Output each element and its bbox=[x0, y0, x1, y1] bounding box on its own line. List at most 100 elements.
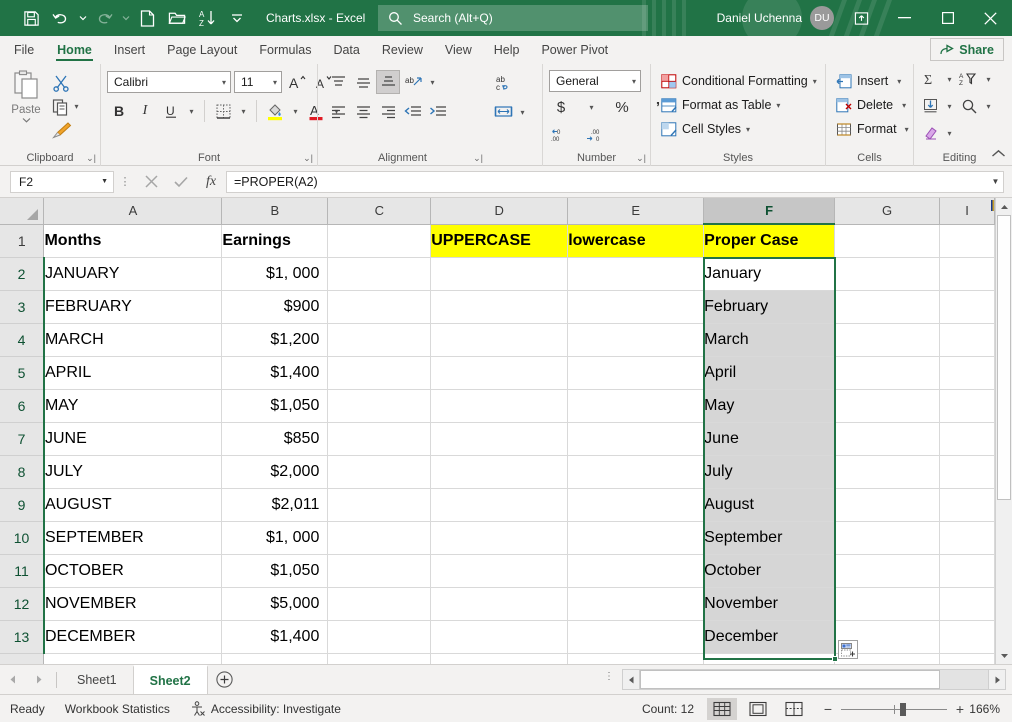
cell-b6[interactable]: $1,050 bbox=[222, 389, 328, 422]
cell-g3[interactable] bbox=[835, 290, 940, 323]
cell-i14[interactable] bbox=[940, 653, 995, 664]
scroll-left-button[interactable] bbox=[622, 669, 640, 690]
undo-chevron-down-icon[interactable] bbox=[76, 4, 89, 32]
merge-chevron-down-icon[interactable]: ▾ bbox=[516, 108, 529, 117]
underline-chevron-down-icon[interactable]: ▾ bbox=[185, 107, 198, 116]
workbook-statistics-button[interactable]: Workbook Statistics bbox=[55, 702, 180, 716]
minimize-icon[interactable] bbox=[883, 0, 926, 36]
formula-bar-options-icon[interactable]: ⋮ bbox=[114, 175, 136, 188]
cell-a13[interactable]: DECEMBER bbox=[44, 620, 222, 653]
cell-f4[interactable]: March bbox=[704, 323, 835, 356]
delete-chevron-down-icon[interactable]: ▾ bbox=[902, 101, 906, 110]
ribbon-display-options-icon[interactable] bbox=[840, 0, 883, 36]
cell-d13[interactable] bbox=[431, 620, 568, 653]
conditional-formatting-chevron-down-icon[interactable]: ▾ bbox=[813, 77, 817, 86]
cell-f11[interactable]: October bbox=[704, 554, 835, 587]
cell-a7[interactable]: JUNE bbox=[44, 422, 222, 455]
insert-chevron-down-icon[interactable]: ▾ bbox=[897, 77, 901, 86]
sort-az-icon[interactable]: AZ bbox=[192, 4, 222, 32]
cell-b14[interactable] bbox=[222, 653, 328, 664]
vertical-scrollbar[interactable] bbox=[995, 198, 1012, 664]
horizontal-scroll-thumb[interactable] bbox=[640, 670, 940, 689]
cell-g1[interactable] bbox=[835, 224, 940, 257]
decrease-indent-button[interactable] bbox=[401, 100, 425, 124]
cell-i4[interactable] bbox=[940, 323, 995, 356]
cell-i1[interactable] bbox=[940, 224, 995, 257]
cell-f1[interactable]: Proper Case bbox=[704, 224, 835, 257]
delete-cells-button[interactable]: Delete ▾ bbox=[831, 93, 914, 117]
sort-filter-chevron-down-icon[interactable]: ▾ bbox=[982, 75, 995, 84]
cell-g9[interactable] bbox=[835, 488, 940, 521]
column-header-d[interactable]: D bbox=[431, 198, 568, 224]
cell-f10[interactable]: September bbox=[704, 521, 835, 554]
column-header-e[interactable]: E bbox=[568, 198, 704, 224]
insert-cells-button[interactable]: Insert ▾ bbox=[831, 69, 914, 93]
cell-d10[interactable] bbox=[431, 521, 568, 554]
column-header-a[interactable]: A bbox=[44, 198, 222, 224]
row-header-2[interactable]: 2 bbox=[0, 257, 44, 290]
row-header-6[interactable]: 6 bbox=[0, 389, 44, 422]
column-header-f[interactable]: F bbox=[704, 198, 835, 224]
cell-a12[interactable]: NOVEMBER bbox=[44, 587, 222, 620]
tab-insert[interactable]: Insert bbox=[103, 36, 156, 63]
accounting-chevron-down-icon[interactable]: ▾ bbox=[585, 103, 598, 112]
tab-view[interactable]: View bbox=[434, 36, 483, 63]
accessibility-button[interactable]: Accessibility: Investigate bbox=[180, 701, 351, 717]
cell-b11[interactable]: $1,050 bbox=[222, 554, 328, 587]
merge-and-center-button[interactable] bbox=[491, 100, 515, 124]
cell-c5[interactable] bbox=[328, 356, 431, 389]
cell-a10[interactable]: SEPTEMBER bbox=[44, 521, 222, 554]
expand-formula-bar-icon[interactable]: ▼ bbox=[988, 171, 1004, 193]
row-header-3[interactable]: 3 bbox=[0, 290, 44, 323]
add-sheet-button[interactable] bbox=[208, 665, 242, 695]
underline-button[interactable]: U bbox=[159, 99, 183, 123]
cell-d6[interactable] bbox=[431, 389, 568, 422]
fill-color-chevron-down-icon[interactable]: ▾ bbox=[289, 107, 302, 116]
orientation-button[interactable]: ab bbox=[401, 70, 425, 94]
copy-button[interactable]: ▾ bbox=[52, 95, 83, 118]
cell-d1[interactable]: UPPERCASE bbox=[431, 224, 568, 257]
cell-d9[interactable] bbox=[431, 488, 568, 521]
undo-icon[interactable] bbox=[46, 4, 76, 32]
cell-f13[interactable]: December bbox=[704, 620, 835, 653]
increase-indent-button[interactable] bbox=[426, 100, 450, 124]
cell-b13[interactable]: $1,400 bbox=[222, 620, 328, 653]
cell-a6[interactable]: MAY bbox=[44, 389, 222, 422]
clipboard-dialog-launcher[interactable]: ⌄| bbox=[86, 153, 96, 164]
format-chevron-down-icon[interactable]: ▾ bbox=[905, 125, 909, 134]
tab-home[interactable]: Home bbox=[46, 36, 103, 63]
cell-d8[interactable] bbox=[431, 455, 568, 488]
cell-c2[interactable] bbox=[328, 257, 431, 290]
find-select-chevron-down-icon[interactable]: ▾ bbox=[982, 102, 995, 111]
cell-i9[interactable] bbox=[940, 488, 995, 521]
column-header-i[interactable]: I bbox=[940, 198, 995, 224]
cell-i3[interactable] bbox=[940, 290, 995, 323]
cut-button[interactable] bbox=[52, 71, 70, 94]
cell-e11[interactable] bbox=[568, 554, 704, 587]
autofill-options-icon[interactable] bbox=[838, 640, 858, 659]
row-header-12[interactable]: 12 bbox=[0, 587, 44, 620]
cell-f6[interactable]: May bbox=[704, 389, 835, 422]
select-all-button[interactable] bbox=[0, 198, 44, 224]
cell-e7[interactable] bbox=[568, 422, 704, 455]
bottom-align-button[interactable] bbox=[376, 70, 400, 94]
cell-a11[interactable]: OCTOBER bbox=[44, 554, 222, 587]
row-header-1[interactable]: 1 bbox=[0, 224, 44, 257]
cell-e8[interactable] bbox=[568, 455, 704, 488]
cell-g11[interactable] bbox=[835, 554, 940, 587]
center-button[interactable] bbox=[351, 100, 375, 124]
redo-icon[interactable] bbox=[89, 4, 119, 32]
cell-f9[interactable]: August bbox=[704, 488, 835, 521]
cell-e9[interactable] bbox=[568, 488, 704, 521]
cell-styles-button[interactable]: Cell Styles ▾ bbox=[656, 117, 822, 141]
tab-scroll-splitter[interactable]: ⋮ bbox=[604, 674, 614, 679]
column-header-b[interactable]: B bbox=[222, 198, 328, 224]
cell-d3[interactable] bbox=[431, 290, 568, 323]
maximize-icon[interactable] bbox=[926, 0, 969, 36]
tab-file[interactable]: File bbox=[0, 36, 46, 63]
insert-function-icon[interactable]: fx bbox=[196, 170, 226, 194]
format-cells-button[interactable]: Format ▾ bbox=[831, 117, 914, 141]
normal-view-button[interactable] bbox=[707, 698, 737, 720]
cell-i2[interactable] bbox=[940, 257, 995, 290]
cell-e6[interactable] bbox=[568, 389, 704, 422]
